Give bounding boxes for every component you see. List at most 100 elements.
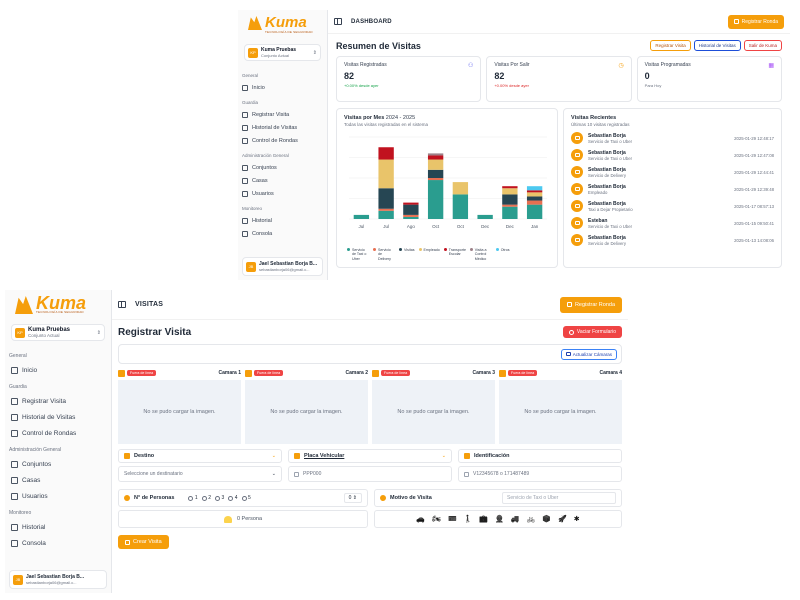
personas-radio-2[interactable]: 2 [201, 495, 211, 501]
recent-visit-row[interactable]: Sebastian Borja Servicio de Taxi o Uber 20… [571, 149, 774, 161]
bicycle-icon[interactable]: 🚲 [527, 516, 536, 523]
sidebar-item-consola[interactable]: Consola [238, 227, 327, 240]
sidebar-item-conjuntos[interactable]: Conjuntos [5, 456, 111, 472]
bar-segment[interactable] [427, 159, 444, 170]
legend-entry[interactable]: Servicio de Delivery [373, 248, 395, 261]
recent-visit-row[interactable]: Sebastian Borja Taxi a Dejar Propietario 2… [571, 200, 774, 212]
walking-icon[interactable]: 🚶 [464, 516, 473, 523]
legend-entry[interactable]: Servicio de Taxi o Uber [347, 248, 369, 261]
sidebar-item-conjuntos[interactable]: Conjuntos [238, 161, 327, 174]
sidebar-item-historial-visitas[interactable]: Historial de Visitas [238, 121, 327, 134]
rocket-icon[interactable]: 🚀 [558, 516, 567, 523]
bar-segment[interactable] [427, 153, 444, 156]
recent-visit-row[interactable]: Esteban Servicio de Taxi o Uber 2025-01-15… [571, 217, 774, 229]
legend-entry[interactable]: Otros [495, 248, 510, 252]
user-menu[interactable]: JB Jael Sebastian Borja B... sebastianbo… [242, 257, 323, 276]
placa-input[interactable]: PPP000 [288, 466, 452, 482]
personas-number-select[interactable]: 0 ⇕ [343, 493, 362, 503]
recent-visit-row[interactable]: Sebastian Borja Servicio de Delivery 2025-… [571, 234, 774, 246]
bar-segment[interactable] [378, 147, 394, 160]
sidebar-item-inicio[interactable]: Inicio [5, 362, 111, 378]
user-menu[interactable]: JB Jael Sebastian Borja B... sebastianbo… [9, 570, 107, 589]
motorcycle-icon[interactable]: 🏍 [432, 516, 441, 523]
personas-radio-3[interactable]: 3 [214, 495, 224, 501]
bar-segment[interactable] [403, 216, 419, 219]
registrar-ronda-button[interactable]: Registrar Ronda [727, 14, 784, 29]
bar-segment[interactable] [477, 214, 493, 219]
salir-button[interactable]: Salir de Kuma [743, 40, 782, 51]
bar-segment[interactable] [378, 210, 394, 219]
bar-segment[interactable] [427, 178, 444, 181]
historial-visitas-button[interactable]: Historial de Visitas [693, 40, 741, 51]
person-badge-icon[interactable]: 🪪 [448, 516, 457, 523]
personas-radio-4[interactable]: 4 [228, 495, 238, 501]
sidebar-item-registrar-visita[interactable]: Registrar Visita [238, 108, 327, 121]
sidebar-item-control-rondas[interactable]: Control de Rondas [5, 425, 111, 441]
sidebar-item-casas[interactable]: Casas [238, 174, 327, 187]
camera-feed[interactable]: No se pudo cargar la imagen. [245, 380, 368, 444]
bar-segment[interactable] [427, 180, 444, 219]
sidebar-item-historial-visitas[interactable]: Historial de Visitas [5, 409, 111, 425]
bar-segment[interactable] [502, 186, 518, 189]
actualizar-camaras-button[interactable]: Actualizar Cámaras [560, 348, 617, 360]
bar-segment[interactable] [502, 204, 518, 207]
sidebar-item-consola[interactable]: Consola [5, 535, 111, 551]
registrar-visita-button[interactable]: Registrar Visita [650, 40, 691, 51]
recent-visit-row[interactable]: Sebastian Borja Empleado 2025-01-29 12:39:… [571, 183, 774, 195]
vaciar-formulario-button[interactable]: Vaciar Formulario [562, 326, 622, 338]
bar-segment[interactable] [403, 214, 419, 217]
recent-visit-row[interactable]: Sebastian Borja Servicio de Taxi o Uber 20… [571, 132, 774, 144]
sidebar-item-historial[interactable]: Historial [238, 214, 327, 227]
sidebar-item-casas[interactable]: Casas [5, 472, 111, 488]
misc-icon[interactable]: ✱ [574, 516, 580, 523]
destino-header[interactable]: Destino ⌄ [118, 449, 282, 463]
bar-segment[interactable] [526, 186, 543, 191]
recent-visit-row[interactable]: Sebastian Borja Servicio de Delivery 2025-… [571, 166, 774, 178]
box-icon[interactable]: 📦 [542, 516, 551, 523]
car-icon[interactable]: 🚗 [416, 516, 425, 523]
legend-entry[interactable]: Visitas [399, 248, 415, 252]
org-switcher[interactable]: KP Kuma Pruebas Conjunto Actual ⇕ [244, 44, 321, 61]
sidebar-toggle-icon[interactable] [118, 301, 126, 308]
bar-segment[interactable] [452, 182, 469, 195]
truck-icon[interactable]: 🚚 [511, 516, 520, 523]
destino-select[interactable]: Seleccione un destinatario ⌄ [118, 466, 282, 482]
legend-entry[interactable]: Visita a Control Médico [469, 248, 492, 261]
org-switcher[interactable]: KP Kuma Pruebas Conjunto Actual ⇕ [11, 324, 105, 341]
bar-segment[interactable] [427, 155, 444, 160]
personas-radio-5[interactable]: 5 [241, 495, 251, 501]
motivo-input[interactable]: Servicio de Taxi o Uber [502, 492, 616, 504]
sidebar-item-inicio[interactable]: Inicio [238, 81, 327, 94]
bar-segment[interactable] [526, 204, 543, 219]
suitcase-icon[interactable]: 💼 [479, 516, 488, 523]
bar-segment[interactable] [403, 204, 419, 215]
sidebar-item-usuarios[interactable]: Usuarios [5, 488, 111, 504]
bar-segment[interactable] [526, 190, 543, 193]
bar-segment[interactable] [378, 188, 394, 209]
sidebar-item-control-rondas[interactable]: Control de Rondas [238, 134, 327, 147]
legend-entry[interactable]: Transporte Escolar [443, 248, 466, 257]
bar-segment[interactable] [427, 169, 444, 178]
bar-segment[interactable] [452, 194, 469, 219]
bar-segment[interactable] [403, 202, 419, 205]
bar-segment[interactable] [378, 159, 394, 189]
worker-icon[interactable]: 👷 [495, 516, 504, 523]
identificacion-input[interactable]: V12345678 o 171487489 [458, 466, 622, 482]
crear-visita-button[interactable]: Crear Visita [118, 535, 169, 549]
bar-segment[interactable] [502, 194, 518, 205]
camera-feed[interactable]: No se pudo cargar la imagen. [372, 380, 495, 444]
personas-radio-1[interactable]: 1 [188, 495, 198, 501]
sidebar-item-historial[interactable]: Historial [5, 519, 111, 535]
bar-segment[interactable] [353, 214, 370, 219]
bar-segment[interactable] [502, 188, 518, 195]
sidebar-toggle-icon[interactable] [334, 18, 342, 25]
bar-segment[interactable] [526, 196, 543, 201]
legend-entry[interactable]: Empleado [418, 248, 440, 252]
sidebar-item-registrar-visita[interactable]: Registrar Visita [5, 393, 111, 409]
registrar-ronda-button[interactable]: Registrar Ronda [559, 296, 622, 313]
identificacion-header[interactable]: Identificación [458, 449, 622, 463]
bar-segment[interactable] [502, 206, 518, 219]
camera-feed[interactable]: No se pudo cargar la imagen. [499, 380, 622, 444]
camera-feed[interactable]: No se pudo cargar la imagen. [118, 380, 241, 444]
bar-segment[interactable] [378, 208, 394, 211]
